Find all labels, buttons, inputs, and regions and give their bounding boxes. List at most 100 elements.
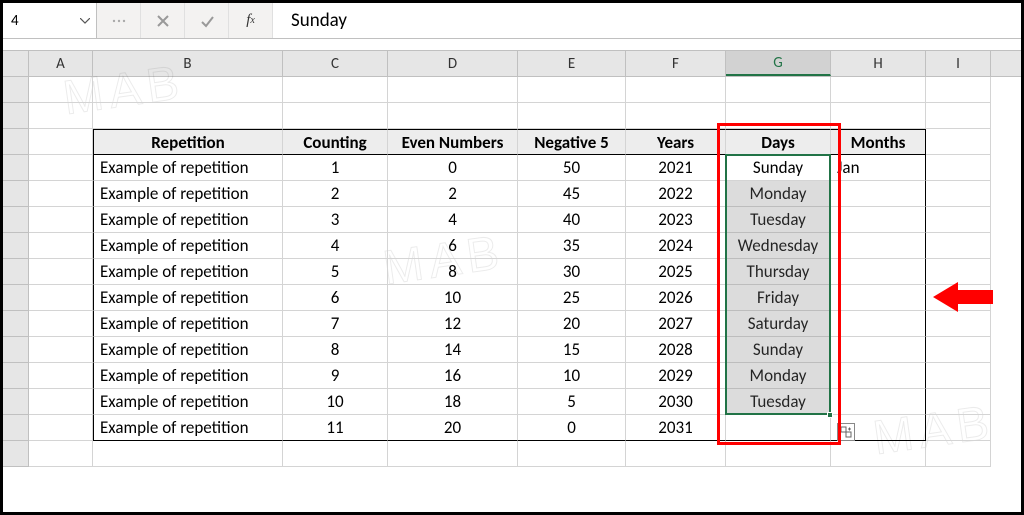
cell[interactable] <box>831 441 926 467</box>
grid[interactable]: Repetition Counting Even Numbers Negativ… <box>3 77 1021 467</box>
cell[interactable]: 2024 <box>626 233 726 259</box>
col-header-A[interactable]: A <box>29 51 93 76</box>
table-header[interactable]: Years <box>626 129 726 155</box>
cell[interactable]: 2 <box>388 181 518 207</box>
cell[interactable] <box>29 441 93 467</box>
cell[interactable] <box>831 337 926 363</box>
row-header[interactable] <box>3 233 29 259</box>
table-header[interactable]: Even Numbers <box>388 129 518 155</box>
cell[interactable] <box>29 259 93 285</box>
row-header[interactable] <box>3 415 29 441</box>
cell[interactable]: 6 <box>388 233 518 259</box>
row-header[interactable] <box>3 337 29 363</box>
cell[interactable]: 4 <box>283 233 388 259</box>
cell[interactable]: 2021 <box>626 155 726 181</box>
cell[interactable] <box>93 103 283 129</box>
table-header[interactable]: Months <box>831 129 926 155</box>
fx-icon[interactable]: fx <box>229 3 273 38</box>
cell[interactable]: Wednesday <box>726 233 831 259</box>
cell[interactable]: 20 <box>518 311 626 337</box>
formula-input[interactable]: Sunday <box>273 3 1021 38</box>
cell[interactable]: Sunday <box>726 337 831 363</box>
cell[interactable] <box>29 129 93 155</box>
cell[interactable] <box>726 415 831 441</box>
cell[interactable] <box>831 363 926 389</box>
cell[interactable]: 0 <box>388 155 518 181</box>
col-header-B[interactable]: B <box>93 51 283 76</box>
cell[interactable]: 2031 <box>626 415 726 441</box>
col-header-C[interactable]: C <box>283 51 388 76</box>
row-header[interactable] <box>3 363 29 389</box>
cell[interactable] <box>29 103 93 129</box>
cell[interactable]: Tuesday <box>726 389 831 415</box>
cell[interactable]: 16 <box>388 363 518 389</box>
fill-handle[interactable] <box>827 412 833 418</box>
chevron-down-icon[interactable] <box>80 18 90 24</box>
row-header[interactable] <box>3 181 29 207</box>
cell[interactable]: 20 <box>388 415 518 441</box>
cell[interactable] <box>926 233 991 259</box>
table-header[interactable]: Repetition <box>93 129 283 155</box>
row-header[interactable] <box>3 155 29 181</box>
cell[interactable]: 2027 <box>626 311 726 337</box>
cell[interactable] <box>29 155 93 181</box>
cell[interactable]: Thursday <box>726 259 831 285</box>
cell[interactable]: 2029 <box>626 363 726 389</box>
cell[interactable]: Saturday <box>726 311 831 337</box>
cell[interactable]: 10 <box>283 389 388 415</box>
cell[interactable] <box>926 415 991 441</box>
cell[interactable]: Friday <box>726 285 831 311</box>
cell[interactable] <box>726 77 831 103</box>
cell[interactable] <box>926 441 991 467</box>
cell[interactable] <box>926 363 991 389</box>
cell[interactable]: 2026 <box>626 285 726 311</box>
row-header[interactable] <box>3 285 29 311</box>
cell[interactable] <box>518 441 626 467</box>
cell[interactable] <box>831 285 926 311</box>
cell[interactable]: 5 <box>518 389 626 415</box>
autofill-options-button[interactable] <box>837 423 855 441</box>
cell[interactable]: 6 <box>283 285 388 311</box>
cell[interactable]: 2030 <box>626 389 726 415</box>
cell[interactable]: Example of repetition <box>93 363 283 389</box>
cell[interactable]: 2 <box>283 181 388 207</box>
cell[interactable]: Monday <box>726 363 831 389</box>
row-header[interactable] <box>3 259 29 285</box>
cell[interactable] <box>831 389 926 415</box>
row-header[interactable] <box>3 103 29 129</box>
cell[interactable]: 40 <box>518 207 626 233</box>
cell[interactable]: Example of repetition <box>93 233 283 259</box>
cell[interactable]: 8 <box>388 259 518 285</box>
cell[interactable]: 4 <box>388 207 518 233</box>
table-header[interactable]: Negative 5 <box>518 129 626 155</box>
cell[interactable] <box>93 441 283 467</box>
cell[interactable]: 10 <box>518 363 626 389</box>
cell[interactable] <box>29 285 93 311</box>
cell[interactable]: Sunday <box>726 155 831 181</box>
cell[interactable]: 5 <box>283 259 388 285</box>
cell[interactable] <box>29 311 93 337</box>
cell[interactable] <box>926 77 991 103</box>
row-header[interactable] <box>3 441 29 467</box>
table-header[interactable]: Counting <box>283 129 388 155</box>
cell[interactable]: Example of repetition <box>93 207 283 233</box>
row-header[interactable] <box>3 129 29 155</box>
cell[interactable]: 35 <box>518 233 626 259</box>
cell[interactable]: 25 <box>518 285 626 311</box>
cell[interactable]: 2028 <box>626 337 726 363</box>
cell[interactable] <box>926 207 991 233</box>
cell[interactable] <box>831 103 926 129</box>
cell[interactable]: 2023 <box>626 207 726 233</box>
cell[interactable] <box>831 233 926 259</box>
table-header[interactable]: Days <box>726 129 831 155</box>
cell[interactable] <box>926 181 991 207</box>
cell[interactable]: 30 <box>518 259 626 285</box>
row-header[interactable] <box>3 389 29 415</box>
cell[interactable]: Example of repetition <box>93 155 283 181</box>
cell[interactable] <box>29 181 93 207</box>
cell[interactable]: 14 <box>388 337 518 363</box>
cell[interactable] <box>926 129 991 155</box>
col-header-F[interactable]: F <box>626 51 726 76</box>
cell[interactable]: Example of repetition <box>93 259 283 285</box>
col-header-D[interactable]: D <box>388 51 518 76</box>
